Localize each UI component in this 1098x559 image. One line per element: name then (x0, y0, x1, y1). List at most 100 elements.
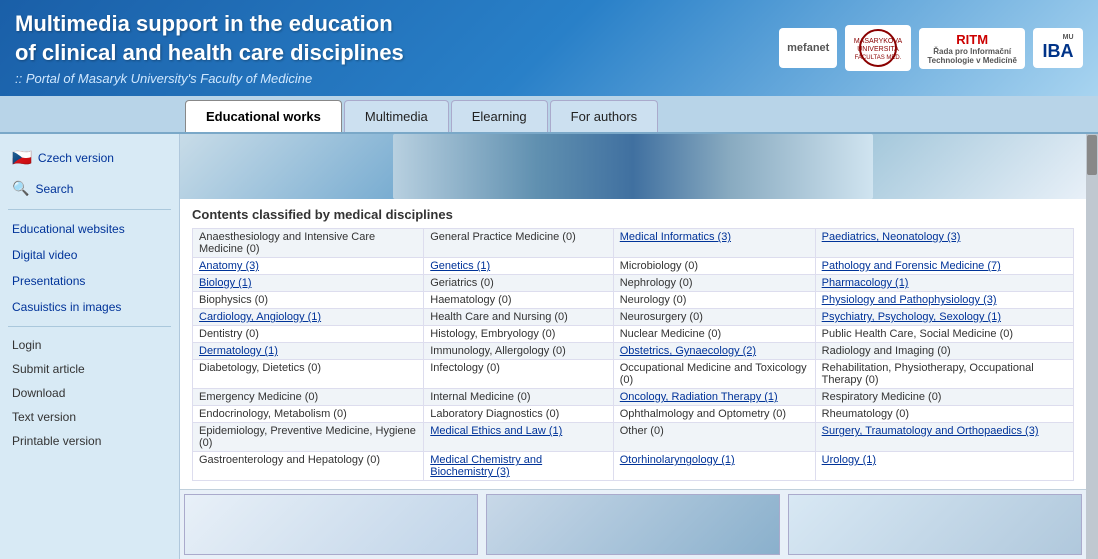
sidebar-item-digital-video[interactable]: Digital video (0, 242, 179, 268)
table-cell: Laboratory Diagnostics (0) (424, 406, 613, 423)
table-cell: Urology (1) (815, 452, 1073, 481)
scrollbar[interactable] (1086, 134, 1098, 559)
table-cell: Neurosurgery (0) (613, 309, 815, 326)
sidebar-link-printable[interactable]: Printable version (0, 429, 179, 453)
svg-text:FACULTAS MED.: FACULTAS MED. (855, 55, 902, 61)
discipline-link[interactable]: Genetics (1) (430, 260, 490, 272)
table-cell: Geriatrics (0) (424, 275, 613, 292)
discipline-link[interactable]: Pharmacology (1) (822, 277, 909, 289)
discipline-link[interactable]: Biology (1) (199, 277, 252, 289)
svg-text:MASARYKOVA: MASARYKOVA (854, 38, 903, 45)
table-cell: Haematology (0) (424, 292, 613, 309)
table-cell: General Practice Medicine (0) (424, 229, 613, 258)
table-cell: Otorhinolaryngology (1) (613, 452, 815, 481)
disciplines-section: Contents classified by medical disciplin… (180, 199, 1086, 489)
discipline-link[interactable]: Medical Informatics (3) (620, 231, 731, 243)
table-cell: Paediatrics, Neonatology (3) (815, 229, 1073, 258)
bottom-thumbnails (180, 489, 1086, 559)
table-cell: Occupational Medicine and Toxicology (0) (613, 360, 815, 389)
sidebar-link-download[interactable]: Download (0, 381, 179, 405)
discipline-link[interactable]: Pathology and Forensic Medicine (7) (822, 260, 1001, 272)
sidebar-link-text[interactable]: Text version (0, 405, 179, 429)
contents-title: Contents classified by medical disciplin… (192, 207, 1074, 222)
sidebar: 🇨🇿 Czech version 🔍 Search Educational we… (0, 134, 180, 559)
table-cell: Infectology (0) (424, 360, 613, 389)
table-cell: Nephrology (0) (613, 275, 815, 292)
thumbnail-1 (184, 494, 478, 555)
tab-multimedia[interactable]: Multimedia (344, 100, 449, 132)
czech-flag-icon: 🇨🇿 (12, 148, 32, 168)
sidebar-item-educational-websites[interactable]: Educational websites (0, 216, 179, 242)
discipline-link[interactable]: Psychiatry, Psychology, Sexology (1) (822, 311, 1001, 323)
table-cell: Oncology, Radiation Therapy (1) (613, 389, 815, 406)
table-cell: Other (0) (613, 423, 815, 452)
table-cell: Endocrinology, Metabolism (0) (193, 406, 424, 423)
table-cell: Epidemiology, Preventive Medicine, Hygie… (193, 423, 424, 452)
table-cell: Rehabilitation, Physiotherapy, Occupatio… (815, 360, 1073, 389)
table-cell: Surgery, Traumatology and Orthopaedics (… (815, 423, 1073, 452)
site-title: Multimedia support in the education of c… (15, 10, 404, 86)
banner-image (180, 134, 1086, 199)
table-cell: Medical Ethics and Law (1) (424, 423, 613, 452)
ritm-logo: RITM Řada pro Informační Technologie v M… (919, 28, 1025, 69)
sidebar-item-casuistics[interactable]: Casuistics in images (0, 294, 179, 320)
table-cell: Pathology and Forensic Medicine (7) (815, 258, 1073, 275)
tab-for-authors[interactable]: For authors (550, 100, 658, 132)
table-cell: Respiratory Medicine (0) (815, 389, 1073, 406)
scroll-thumb[interactable] (1087, 135, 1097, 175)
table-cell: Health Care and Nursing (0) (424, 309, 613, 326)
banner-inner (393, 134, 873, 199)
table-cell: Dentistry (0) (193, 326, 424, 343)
discipline-link[interactable]: Urology (1) (822, 454, 876, 466)
discipline-link[interactable]: Anatomy (3) (199, 260, 259, 272)
table-cell: Emergency Medicine (0) (193, 389, 424, 406)
czech-version-label: Czech version (38, 151, 114, 165)
discipline-link[interactable]: Otorhinolaryngology (1) (620, 454, 735, 466)
masaryk-logo: MASARYKOVA UNIVERSITA FACULTAS MED. (845, 25, 911, 71)
table-cell: Neurology (0) (613, 292, 815, 309)
table-cell: Psychiatry, Psychology, Sexology (1) (815, 309, 1073, 326)
discipline-link[interactable]: Oncology, Radiation Therapy (1) (620, 391, 778, 403)
table-cell: Gastroenterology and Hepatology (0) (193, 452, 424, 481)
discipline-link[interactable]: Medical Chemistry and Biochemistry (3) (430, 454, 542, 478)
sidebar-link-submit[interactable]: Submit article (0, 357, 179, 381)
table-cell: Immunology, Allergology (0) (424, 343, 613, 360)
sidebar-link-login[interactable]: Login (0, 333, 179, 357)
discipline-link[interactable]: Physiology and Pathophysiology (3) (822, 294, 997, 306)
table-cell: Pharmacology (1) (815, 275, 1073, 292)
main-layout: 🇨🇿 Czech version 🔍 Search Educational we… (0, 134, 1098, 559)
search-label: Search (35, 182, 73, 196)
disciplines-table: Anaesthesiology and Intensive Care Medic… (192, 228, 1074, 481)
table-cell: Microbiology (0) (613, 258, 815, 275)
discipline-link[interactable]: Paediatrics, Neonatology (3) (822, 231, 961, 243)
table-cell: Internal Medicine (0) (424, 389, 613, 406)
table-cell: Obstetrics, Gynaecology (2) (613, 343, 815, 360)
table-cell: Nuclear Medicine (0) (613, 326, 815, 343)
discipline-link[interactable]: Cardiology, Angiology (1) (199, 311, 321, 323)
table-cell: Radiology and Imaging (0) (815, 343, 1073, 360)
discipline-link[interactable]: Obstetrics, Gynaecology (2) (620, 345, 756, 357)
table-cell: Dermatology (1) (193, 343, 424, 360)
discipline-link[interactable]: Dermatology (1) (199, 345, 278, 357)
discipline-link[interactable]: Medical Ethics and Law (1) (430, 425, 562, 437)
tab-elearning[interactable]: Elearning (451, 100, 548, 132)
title-line1: Multimedia support in the education of c… (15, 10, 404, 67)
sidebar-item-czech[interactable]: 🇨🇿 Czech version (0, 142, 179, 174)
iba-logo: MU IBA (1033, 28, 1083, 68)
table-cell: Biology (1) (193, 275, 424, 292)
table-cell: Medical Chemistry and Biochemistry (3) (424, 452, 613, 481)
sidebar-item-search[interactable]: 🔍 Search (0, 174, 179, 203)
navigation-tabs: Educational works Multimedia Elearning F… (0, 96, 1098, 134)
tab-educational-works[interactable]: Educational works (185, 100, 342, 132)
table-cell: Cardiology, Angiology (1) (193, 309, 424, 326)
table-cell: Histology, Embryology (0) (424, 326, 613, 343)
main-content: Contents classified by medical disciplin… (180, 134, 1086, 559)
mefanet-logo: mefanet (779, 28, 837, 68)
sidebar-divider-1 (8, 209, 171, 210)
table-cell: Anatomy (3) (193, 258, 424, 275)
discipline-link[interactable]: Surgery, Traumatology and Orthopaedics (… (822, 425, 1039, 437)
table-cell: Ophthalmology and Optometry (0) (613, 406, 815, 423)
table-cell: Rheumatology (0) (815, 406, 1073, 423)
page-header: Multimedia support in the education of c… (0, 0, 1098, 96)
sidebar-item-presentations[interactable]: Presentations (0, 268, 179, 294)
